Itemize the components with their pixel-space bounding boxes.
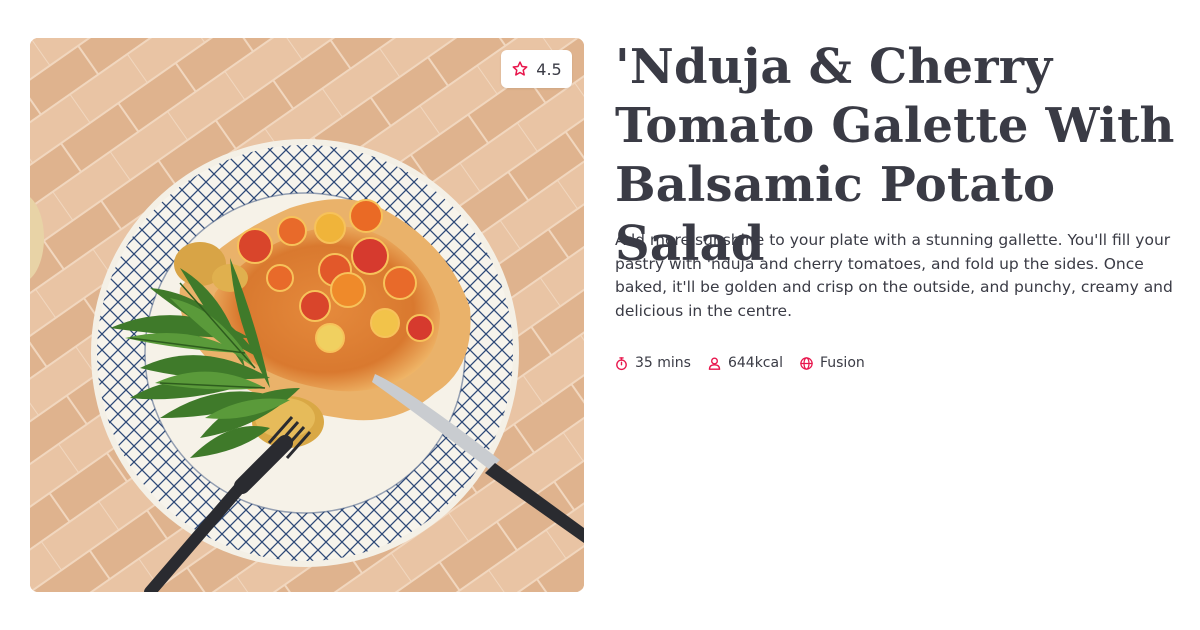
cuisine-value: Fusion xyxy=(819,355,865,371)
calories-value: 644kcal xyxy=(727,355,783,371)
person-icon xyxy=(707,356,722,371)
meta-calories: 644kcal xyxy=(707,355,783,371)
globe-icon xyxy=(799,356,814,371)
timer-icon xyxy=(614,356,629,371)
meta-time: 35 mins xyxy=(614,355,691,371)
recipe-hero-image xyxy=(30,38,584,592)
meta-cuisine: Fusion xyxy=(799,355,865,371)
recipe-meta: 35 mins 644kcal Fusion xyxy=(614,355,865,371)
time-value: 35 mins xyxy=(635,355,691,371)
rating-badge: 4.5 xyxy=(501,50,572,88)
star-icon xyxy=(511,60,529,78)
rating-value: 4.5 xyxy=(536,59,562,79)
recipe-description: Add more sunshine to your plate with a s… xyxy=(615,231,1173,320)
